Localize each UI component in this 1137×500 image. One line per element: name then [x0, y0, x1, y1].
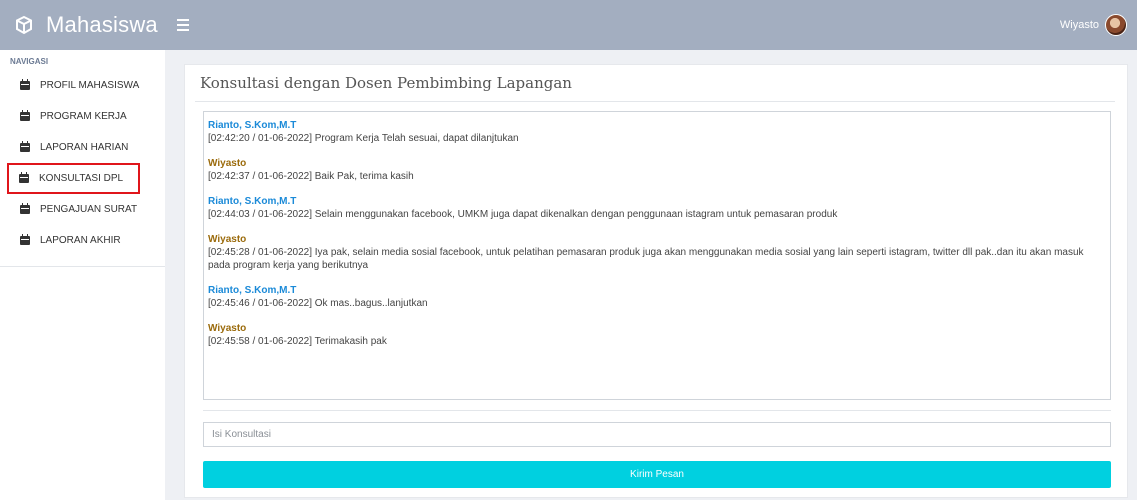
nav-list: PROFIL MAHASISWA PROGRAM KERJA LAPORAN H…: [0, 70, 165, 267]
brand-title: Mahasiswa: [46, 12, 158, 37]
chat-message: Wiyasto [02:45:58 / 01-06-2022] Terimaka…: [208, 322, 1110, 348]
chat-message: Wiyasto [02:45:28 / 01-06-2022] Iya pak,…: [208, 233, 1110, 272]
sidebar-item-label: LAPORAN HARIAN: [40, 142, 129, 153]
message-sender: Wiyasto: [208, 323, 247, 334]
message-sender: Wiyasto: [208, 234, 247, 245]
send-message-button[interactable]: Kirim Pesan: [203, 461, 1111, 488]
page-title: Konsultasi dengan Dosen Pembimbing Lapan…: [200, 74, 572, 92]
nav-header: NAVIGASI: [10, 57, 49, 66]
sidebar-item-program-kerja[interactable]: PROGRAM KERJA: [0, 101, 165, 132]
calendar-icon: [20, 110, 30, 121]
calendar-icon: [20, 141, 30, 152]
message-sender: Wiyasto: [208, 158, 247, 169]
calendar-icon: [20, 234, 30, 245]
cube-icon: [14, 15, 34, 35]
message-text: [02:45:58 / 01-06-2022] Terimakasih pak: [208, 336, 387, 347]
divider: [195, 101, 1115, 102]
message-text: [02:42:20 / 01-06-2022] Program Kerja Te…: [208, 133, 519, 144]
message-sender: Rianto, S.Kom,M.T: [208, 120, 297, 131]
message-text: [02:45:28 / 01-06-2022] Iya pak, selain …: [208, 247, 1084, 271]
sidebar-item-label: PENGAJUAN SURAT: [40, 204, 138, 215]
avatar[interactable]: [1105, 14, 1127, 36]
user-menu[interactable]: Wiyasto: [1060, 0, 1127, 50]
sidebar-item-label: KONSULTASI DPL: [39, 173, 124, 184]
sidebar-item-laporan-harian[interactable]: LAPORAN HARIAN: [0, 132, 165, 163]
sidebar-item-label: PROGRAM KERJA: [40, 111, 127, 122]
divider: [203, 410, 1111, 411]
chat-message: Rianto, S.Kom,M.T [02:45:46 / 01-06-2022…: [208, 284, 1110, 310]
calendar-icon: [19, 172, 29, 183]
message-sender: Rianto, S.Kom,M.T: [208, 285, 297, 296]
top-navbar: Mahasiswa Wiyasto: [0, 0, 1137, 50]
sidebar-item-label: LAPORAN AKHIR: [40, 235, 121, 246]
sidebar-item-profil-mahasiswa[interactable]: PROFIL MAHASISWA: [0, 70, 165, 101]
calendar-icon: [20, 203, 30, 214]
sidebar-item-pengajuan-surat[interactable]: PENGAJUAN SURAT: [0, 194, 165, 225]
chat-message: Rianto, S.Kom,M.T [02:42:20 / 01-06-2022…: [208, 119, 1110, 145]
chat-message: Wiyasto [02:42:37 / 01-06-2022] Baik Pak…: [208, 157, 1110, 183]
user-name[interactable]: Wiyasto: [1060, 19, 1099, 31]
message-text: [02:44:03 / 01-06-2022] Selain menggunak…: [208, 209, 838, 220]
calendar-icon: [20, 79, 30, 90]
chat-history[interactable]: Rianto, S.Kom,M.T [02:42:20 / 01-06-2022…: [203, 111, 1111, 400]
hamburger-icon[interactable]: [177, 15, 197, 35]
brand[interactable]: Mahasiswa: [0, 0, 165, 50]
message-text: [02:42:37 / 01-06-2022] Baik Pak, terima…: [208, 171, 414, 182]
message-text: [02:45:46 / 01-06-2022] Ok mas..bagus..l…: [208, 298, 428, 309]
sidebar: NAVIGASI PROFIL MAHASISWA PROGRAM KERJA …: [0, 50, 165, 500]
sidebar-item-label: PROFIL MAHASISWA: [40, 80, 140, 91]
chat-message: Rianto, S.Kom,M.T [02:44:03 / 01-06-2022…: [208, 195, 1110, 221]
sidebar-item-laporan-akhir[interactable]: LAPORAN AKHIR: [0, 225, 165, 256]
consultation-input[interactable]: [203, 422, 1111, 447]
sidebar-item-konsultasi-dpl[interactable]: KONSULTASI DPL: [7, 163, 140, 194]
consultation-panel: Konsultasi dengan Dosen Pembimbing Lapan…: [184, 64, 1128, 498]
message-sender: Rianto, S.Kom,M.T: [208, 196, 297, 207]
